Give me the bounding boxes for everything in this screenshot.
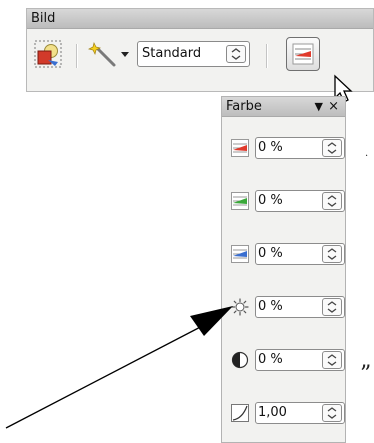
close-icon[interactable]: × [328, 97, 339, 116]
toolbar-separator [76, 44, 78, 68]
toolbar-title: Bild [27, 9, 373, 29]
blue-value-field[interactable]: 0 % [255, 243, 345, 265]
stray-quote: ” [360, 362, 372, 387]
red-value-field[interactable]: 0 % [255, 137, 345, 159]
color-toggle-icon [292, 43, 314, 65]
green-channel-row: 0 % [231, 190, 345, 212]
contrast-value: 0 % [258, 352, 283, 367]
brightness-value-field[interactable]: 0 % [255, 296, 345, 318]
red-channel-row: 0 % [231, 137, 345, 159]
red-value: 0 % [258, 140, 283, 155]
green-value: 0 % [258, 193, 283, 208]
red-spin-button[interactable] [322, 139, 342, 157]
brightness-icon [231, 298, 249, 316]
contrast-icon [231, 351, 249, 369]
gamma-value-field[interactable]: 1,00 [255, 402, 345, 424]
chevron-updown-icon [327, 248, 337, 260]
graphics-mode-value: Standard [142, 46, 202, 61]
blue-channel-row: 0 % [231, 243, 345, 265]
chevron-updown-icon [327, 142, 337, 154]
chevron-updown-icon [327, 195, 337, 207]
wand-icon[interactable] [88, 41, 118, 69]
combo-spin-button[interactable] [226, 45, 246, 63]
toolbar-separator [266, 44, 268, 68]
green-value-field[interactable]: 0 % [255, 190, 345, 212]
contrast-spin-button[interactable] [322, 351, 342, 369]
graphics-mode-select[interactable]: Standard [137, 41, 250, 67]
color-toggle-button[interactable] [286, 37, 320, 71]
gamma-icon [231, 404, 249, 422]
color-panel: Farbe ▼ × 0 % 0 % 0 % 0 % 0 % 1,00 [221, 96, 346, 443]
gamma-value: 1,00 [258, 405, 287, 420]
gamma-row: 1,00 [231, 402, 345, 424]
red-channel-icon [231, 139, 249, 157]
color-panel-title[interactable]: Farbe ▼ × [222, 97, 345, 117]
contrast-value-field[interactable]: 0 % [255, 349, 345, 371]
gamma-spin-button[interactable] [322, 404, 342, 422]
brightness-row: 0 % [231, 296, 345, 318]
blue-channel-icon [231, 245, 249, 263]
stray-dot: . [365, 148, 369, 159]
brightness-spin-button[interactable] [322, 298, 342, 316]
color-panel-title-text: Farbe [226, 99, 262, 114]
chevron-updown-icon [327, 301, 337, 313]
contrast-row: 0 % [231, 349, 345, 371]
dropdown-arrow-icon[interactable] [121, 52, 129, 58]
chevron-updown-icon [327, 407, 337, 419]
chevron-updown-icon [327, 354, 337, 366]
panel-menu-icon[interactable]: ▼ [315, 98, 323, 116]
chevron-updown-icon [231, 48, 241, 60]
brightness-value: 0 % [258, 299, 283, 314]
green-channel-icon [231, 192, 249, 210]
blue-value: 0 % [258, 246, 283, 261]
image-filter-icon[interactable] [34, 40, 62, 68]
green-spin-button[interactable] [322, 192, 342, 210]
blue-spin-button[interactable] [322, 245, 342, 263]
